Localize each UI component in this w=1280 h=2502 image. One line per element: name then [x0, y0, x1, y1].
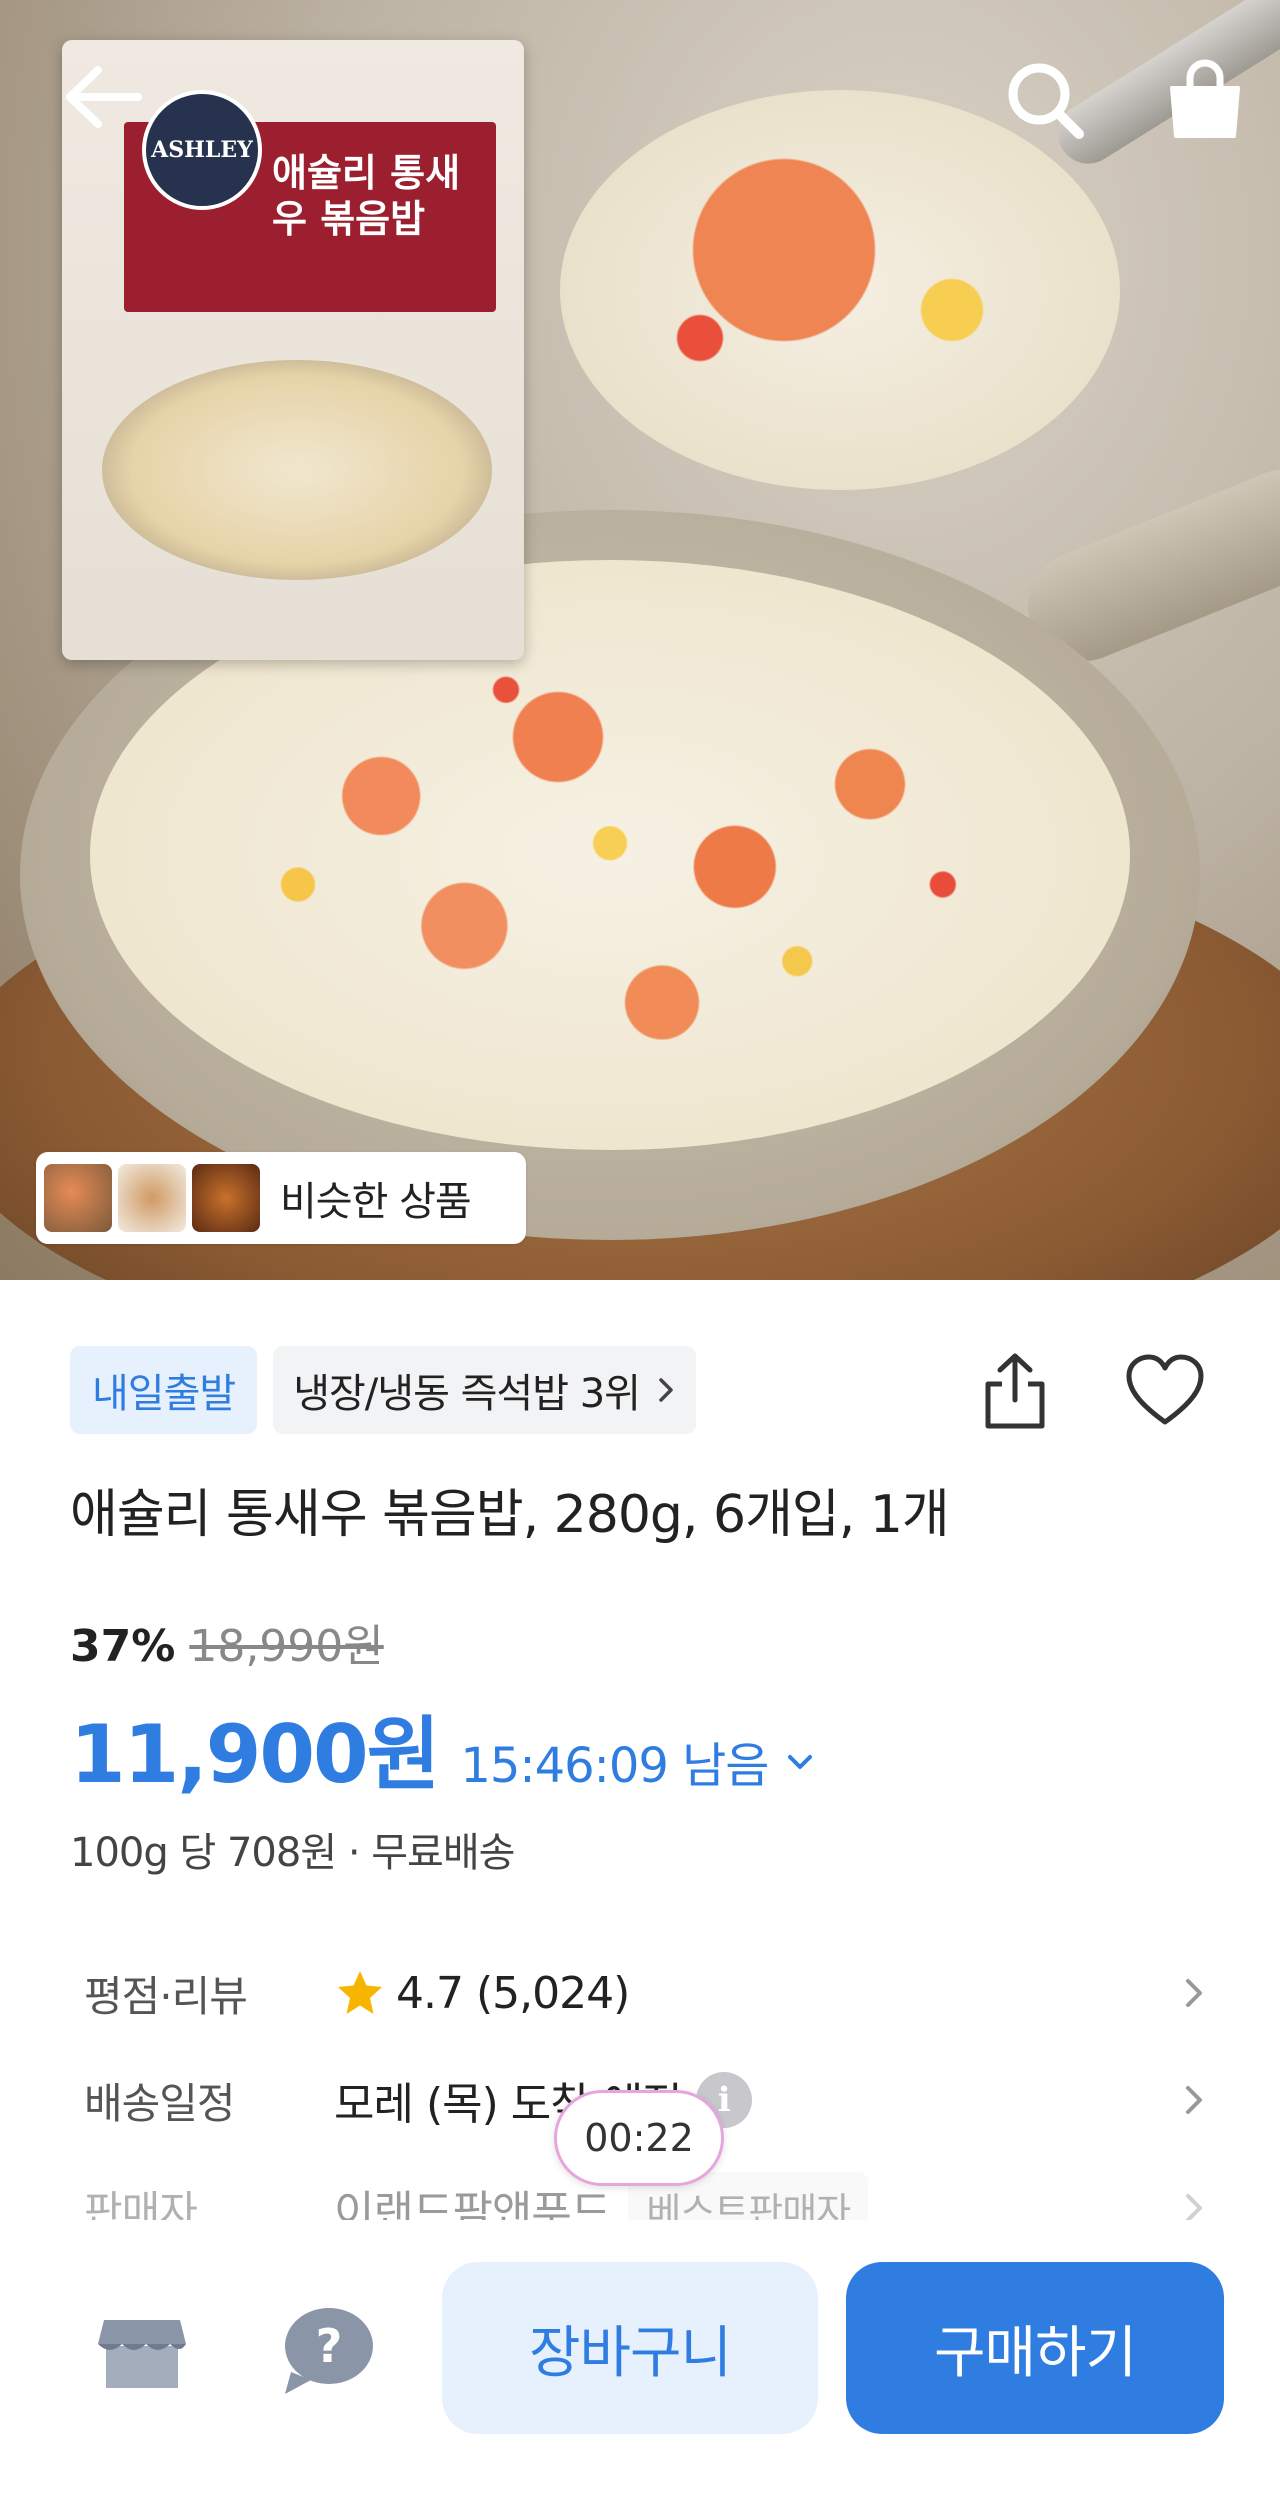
bottom-action-bar: ? 장바구니 구매하기 — [0, 2220, 1280, 2502]
package-pan-illustration — [102, 360, 492, 580]
rating-value-wrap: 4.7 (5,024) — [334, 1967, 630, 2019]
add-to-cart-button[interactable]: 장바구니 — [442, 2262, 818, 2434]
wishlist-button[interactable] — [1115, 1340, 1215, 1440]
heart-icon — [1126, 1354, 1204, 1425]
question-chat-icon: ? — [285, 2308, 373, 2394]
deal-countdown[interactable]: 15:46:09 남음 — [460, 1726, 769, 1796]
rating-value: 4.7 (5,024) — [396, 1967, 630, 2019]
chevron-right-icon — [1186, 2086, 1202, 2114]
chevron-down-icon[interactable] — [780, 1742, 820, 1782]
back-arrow-icon — [66, 66, 142, 128]
badge-row: 내일출발 냉장/냉동 즉석밥 3위 — [70, 1346, 696, 1434]
discount-rate: 37% — [70, 1621, 176, 1672]
rating-review-row[interactable]: 평점·리뷰 4.7 (5,024) — [84, 1953, 1214, 2033]
top-bar — [0, 0, 1280, 190]
store-icon — [98, 2320, 186, 2388]
star-icon — [338, 1971, 382, 2014]
rating-review-label: 평점·리뷰 — [84, 1971, 248, 2021]
ranking-badge-label: 냉장/냉동 즉석밥 3위 — [293, 1371, 641, 1417]
share-button[interactable] — [965, 1340, 1065, 1440]
original-price: 18,990원 — [189, 1621, 384, 1672]
video-timer-badge[interactable]: 00:22 — [554, 2090, 724, 2186]
help-button[interactable]: ? — [272, 2300, 382, 2400]
chevron-right-icon — [659, 1378, 673, 1402]
sale-price: 11,900원 — [70, 1708, 440, 1801]
shopping-bag-icon — [1170, 59, 1240, 138]
buy-now-button[interactable]: 구매하기 — [846, 2262, 1224, 2434]
similar-products-label: 비슷한 상품 — [280, 1179, 472, 1225]
delivery-badge: 내일출발 — [70, 1346, 258, 1434]
cart-button[interactable] — [1150, 50, 1260, 150]
discount-row: 37% 18,990원 — [70, 1610, 384, 1674]
similar-product-thumbnail — [118, 1164, 186, 1232]
svg-text:?: ? — [316, 2319, 343, 2373]
chevron-right-icon — [1186, 1979, 1202, 2007]
similar-product-thumbnail — [44, 1164, 112, 1232]
product-title: 애슐리 통새우 볶음밥, 280g, 6개입, 1개 — [70, 1485, 950, 1545]
similar-products-button[interactable]: 비슷한 상품 — [36, 1152, 526, 1244]
similar-product-thumbnail — [192, 1164, 260, 1232]
search-button[interactable] — [990, 50, 1100, 150]
ranking-badge[interactable]: 냉장/냉동 즉석밥 3위 — [273, 1346, 696, 1434]
product-image[interactable]: ASHLEY 애슐리 통새우 볶음밥 비슷한 상품 — [0, 0, 1280, 1280]
store-button[interactable] — [92, 2300, 192, 2400]
share-icon — [985, 1353, 1045, 1429]
back-button[interactable] — [52, 52, 152, 142]
price-row: 11,900원 15:46:09 남음 — [70, 1690, 820, 1806]
search-icon — [1008, 63, 1084, 139]
delivery-schedule-label: 배송일정 — [84, 2078, 236, 2128]
unit-price-shipping: 100g 당 708원 · 무료배송 — [70, 1830, 515, 1876]
